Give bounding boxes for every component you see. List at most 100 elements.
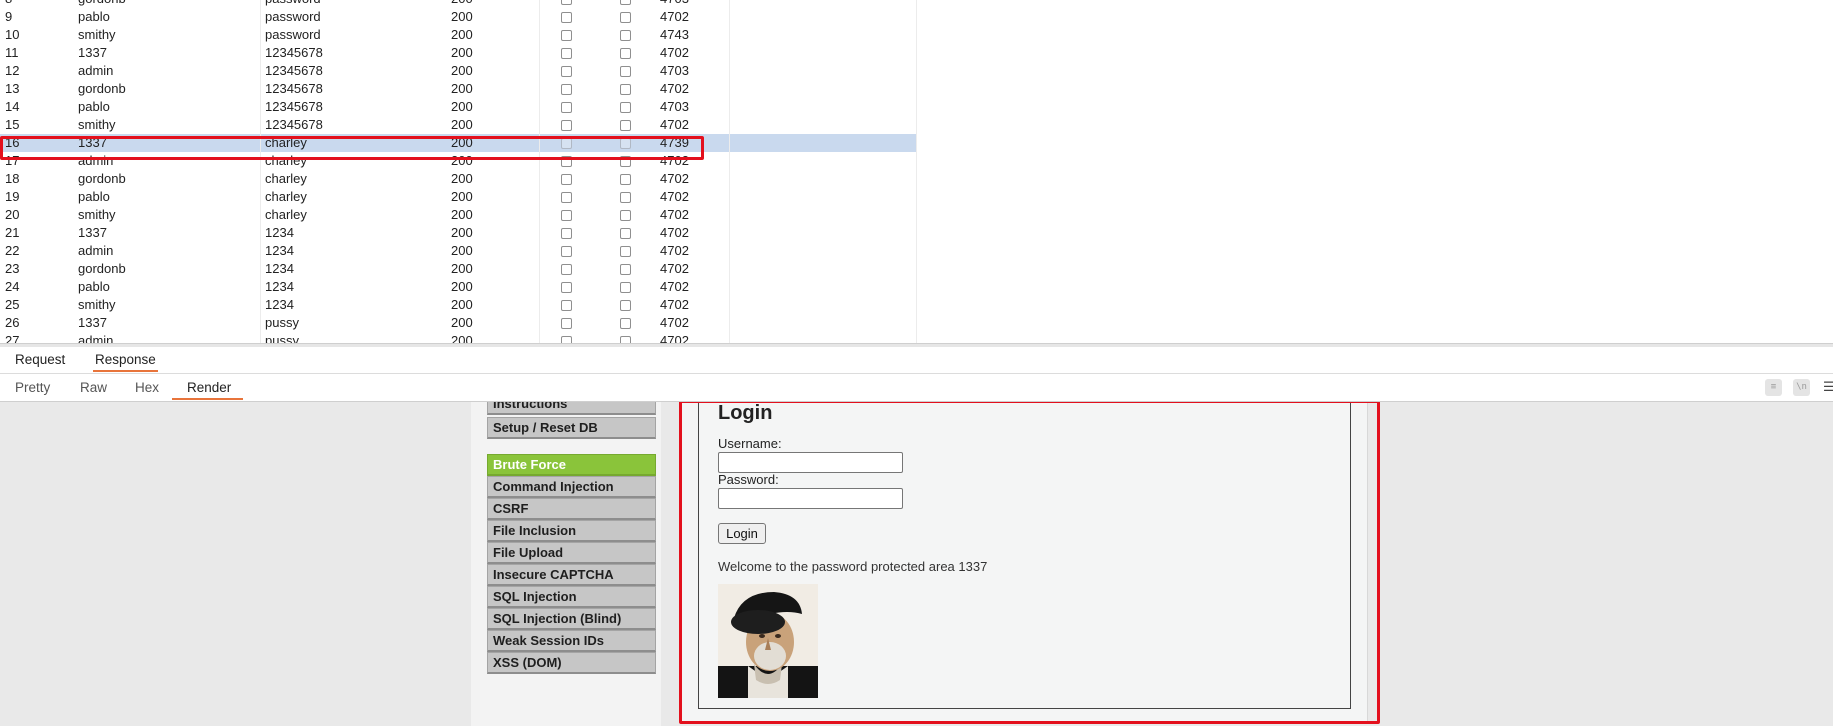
message-pane-tabs: Request Response	[0, 347, 1833, 374]
username-cell: pablo	[78, 9, 110, 24]
page-title: Login	[718, 402, 773, 424]
menu-item-weak-session-ids[interactable]: Weak Session IDs	[487, 630, 656, 652]
timeout-checkbox[interactable]	[620, 192, 631, 203]
length-cell: 4702	[660, 243, 689, 258]
menu-item-setup-reset-db[interactable]: Setup / Reset DB	[487, 417, 656, 439]
menu-item-file-upload[interactable]: File Upload	[487, 542, 656, 564]
password-cell: charley	[265, 153, 307, 168]
timeout-checkbox[interactable]	[620, 210, 631, 221]
tab-raw[interactable]: Raw	[80, 378, 107, 398]
error-checkbox[interactable]	[561, 30, 572, 41]
error-checkbox[interactable]	[561, 120, 572, 131]
menu-item-sql-injection-blind[interactable]: SQL Injection (Blind)	[487, 608, 656, 630]
menu-item-file-inclusion[interactable]: File Inclusion	[487, 520, 656, 542]
username-label: Username:	[718, 436, 782, 451]
error-checkbox[interactable]	[561, 138, 572, 149]
menu-icon[interactable]: ☰	[1823, 379, 1833, 395]
length-cell: 4702	[660, 315, 689, 330]
error-checkbox[interactable]	[561, 300, 572, 311]
timeout-checkbox[interactable]	[620, 102, 631, 113]
timeout-checkbox[interactable]	[620, 84, 631, 95]
error-checkbox[interactable]	[561, 282, 572, 293]
timeout-checkbox[interactable]	[620, 120, 631, 131]
status-cell: 200	[451, 117, 473, 132]
menu-item-xss-dom[interactable]: XSS (DOM)	[487, 652, 656, 674]
error-checkbox[interactable]	[561, 210, 572, 221]
password-label: Password:	[718, 472, 779, 487]
tab-pretty[interactable]: Pretty	[15, 378, 50, 398]
username-cell: smithy	[78, 27, 116, 42]
timeout-checkbox[interactable]	[620, 264, 631, 275]
timeout-checkbox[interactable]	[620, 282, 631, 293]
length-cell: 4702	[660, 189, 689, 204]
status-cell: 200	[451, 279, 473, 294]
status-cell: 200	[451, 99, 473, 114]
menu-item-command-injection[interactable]: Command Injection	[487, 476, 656, 498]
error-checkbox[interactable]	[561, 84, 572, 95]
error-checkbox[interactable]	[561, 102, 572, 113]
timeout-checkbox[interactable]	[620, 300, 631, 311]
timeout-checkbox[interactable]	[620, 318, 631, 329]
timeout-checkbox[interactable]	[620, 30, 631, 41]
error-checkbox[interactable]	[561, 264, 572, 275]
menu-item-insecure-captcha[interactable]: Insecure CAPTCHA	[487, 564, 656, 586]
length-cell: 4703	[660, 63, 689, 78]
length-cell: 4702	[660, 297, 689, 312]
error-checkbox[interactable]	[561, 174, 572, 185]
request-number-cell: 9	[5, 9, 13, 24]
error-checkbox[interactable]	[561, 246, 572, 257]
timeout-checkbox[interactable]	[620, 156, 631, 167]
request-number-cell: 26	[5, 315, 20, 330]
length-cell: 4702	[660, 81, 689, 96]
tab-response[interactable]: Response	[93, 350, 158, 372]
newline-icon[interactable]: \n	[1793, 379, 1810, 396]
username-cell: admin	[78, 333, 114, 343]
username-cell: gordonb	[78, 81, 126, 96]
status-cell: 200	[451, 63, 473, 78]
error-checkbox[interactable]	[561, 192, 572, 203]
status-cell: 200	[451, 297, 473, 312]
tab-render[interactable]: Render	[187, 378, 231, 398]
tab-request[interactable]: Request	[13, 350, 67, 370]
length-cell: 4702	[660, 207, 689, 222]
status-cell: 200	[451, 225, 473, 240]
timeout-checkbox[interactable]	[620, 48, 631, 59]
timeout-checkbox[interactable]	[620, 12, 631, 23]
error-checkbox[interactable]	[561, 336, 572, 343]
timeout-checkbox[interactable]	[620, 228, 631, 239]
timeout-checkbox[interactable]	[620, 246, 631, 257]
request-number-cell: 15	[5, 117, 20, 132]
menu-item-sql-injection[interactable]: SQL Injection	[487, 586, 656, 608]
tab-hex[interactable]: Hex	[135, 378, 159, 398]
error-checkbox[interactable]	[561, 156, 572, 167]
length-cell: 4702	[660, 117, 689, 132]
password-input[interactable]	[718, 488, 903, 509]
username-cell: pablo	[78, 99, 110, 114]
error-checkbox[interactable]	[561, 0, 572, 5]
error-checkbox[interactable]	[561, 228, 572, 239]
menu-item-csrf[interactable]: CSRF	[487, 498, 656, 520]
length-cell: 4743	[660, 27, 689, 42]
password-cell: charley	[265, 135, 307, 150]
timeout-checkbox[interactable]	[620, 174, 631, 185]
wrap-lines-icon[interactable]: ≡	[1765, 379, 1782, 396]
error-checkbox[interactable]	[561, 318, 572, 329]
active-tab-indicator	[172, 398, 243, 400]
password-cell: pussy	[265, 333, 299, 343]
timeout-checkbox[interactable]	[620, 66, 631, 77]
timeout-checkbox[interactable]	[620, 0, 631, 5]
timeout-checkbox[interactable]	[620, 138, 631, 149]
username-input[interactable]	[718, 452, 903, 473]
request-number-cell: 16	[5, 135, 20, 150]
menu-item-brute-force[interactable]: Brute Force	[487, 454, 656, 476]
login-button[interactable]: Login	[718, 523, 766, 544]
error-checkbox[interactable]	[561, 66, 572, 77]
error-checkbox[interactable]	[561, 48, 572, 59]
menu-item-instructions[interactable]: Instructions	[487, 402, 656, 415]
timeout-checkbox[interactable]	[620, 336, 631, 343]
password-cell: password	[265, 0, 321, 8]
column-divider	[916, 0, 917, 343]
error-checkbox[interactable]	[561, 12, 572, 23]
username-cell: pablo	[78, 189, 110, 204]
password-cell: password	[265, 9, 321, 24]
